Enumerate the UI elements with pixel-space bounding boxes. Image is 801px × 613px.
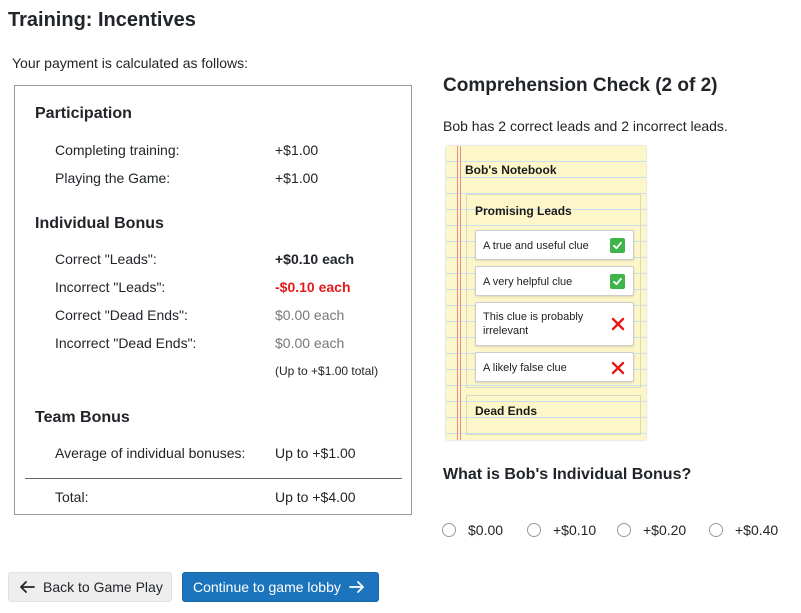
radio-button[interactable] <box>709 523 723 537</box>
clue-card: A very helpful clue <box>475 266 634 296</box>
check-icon <box>610 238 625 253</box>
row-value: +$1.00 <box>275 142 319 158</box>
row-label: Playing the Game: <box>55 170 171 186</box>
dead-ends-title: Dead Ends <box>475 404 538 418</box>
promising-leads-title: Promising Leads <box>475 204 572 218</box>
back-button-label: Back to Game Play <box>43 579 163 595</box>
arrow-right-icon <box>348 580 365 594</box>
row-value-negative: -$0.10 each <box>275 279 351 295</box>
example-notebook: Bob's Notebook Promising Leads A true an… <box>446 146 646 440</box>
total-divider <box>25 478 402 479</box>
continue-to-lobby-button[interactable]: Continue to game lobby <box>182 572 379 602</box>
answer-option-label: +$0.20 <box>643 522 687 538</box>
total-value: Up to +$4.00 <box>275 489 356 505</box>
clue-text: This clue is probably irrelevant <box>483 311 584 337</box>
row-label: Completing training: <box>55 142 180 158</box>
clue-card: A likely false clue <box>475 352 634 382</box>
row-label: Incorrect "Leads": <box>55 279 166 295</box>
row-value: +$1.00 <box>275 170 319 186</box>
answer-option-3[interactable]: +$0.40 <box>709 520 778 540</box>
radio-button[interactable] <box>617 523 631 537</box>
clue-text: A true and useful clue <box>483 240 589 252</box>
total-label: Total: <box>55 489 89 505</box>
row-value: +$0.10 each <box>275 251 355 267</box>
continue-button-label: Continue to game lobby <box>193 579 341 595</box>
page-title: Training: Incentives <box>8 9 196 31</box>
row-label: Correct "Leads": <box>55 251 157 267</box>
row-value: $0.00 each <box>275 307 345 323</box>
scenario-description: Bob has 2 correct leads and 2 incorrect … <box>443 118 728 134</box>
clue-text: A very helpful clue <box>483 276 573 288</box>
answer-option-1[interactable]: +$0.10 <box>527 520 596 540</box>
check-icon <box>610 274 625 289</box>
notebook-margin-line <box>460 146 461 440</box>
row-label: Incorrect "Dead Ends": <box>55 335 197 351</box>
radio-button[interactable] <box>442 523 456 537</box>
notebook-title: Bob's Notebook <box>465 163 557 177</box>
cross-icon <box>610 316 625 331</box>
answer-option-2[interactable]: +$0.20 <box>617 520 686 540</box>
arrow-left-icon <box>19 580 35 594</box>
row-label: Correct "Dead Ends": <box>55 307 188 323</box>
bonus-cap-note: (Up to +$1.00 total) <box>275 364 379 378</box>
cross-icon <box>610 360 625 375</box>
payment-intro: Your payment is calculated as follows: <box>12 55 249 71</box>
answer-options: $0.00 +$0.10 +$0.20 +$0.40 <box>442 520 797 540</box>
clue-text: A likely false clue <box>483 362 567 374</box>
clue-card: This clue is probably irrelevant <box>475 302 634 346</box>
answer-option-label: +$0.40 <box>735 522 779 538</box>
participation-heading: Participation <box>35 105 132 122</box>
dead-ends-section: Dead Ends <box>466 395 641 435</box>
answer-option-label: $0.00 <box>468 522 504 538</box>
team-bonus-heading: Team Bonus <box>35 409 130 426</box>
clue-card: A true and useful clue <box>475 230 634 260</box>
notebook-margin-line <box>457 146 458 440</box>
back-to-game-play-button[interactable]: Back to Game Play <box>8 572 172 602</box>
comprehension-check-title: Comprehension Check (2 of 2) <box>443 75 718 96</box>
row-value: Up to +$1.00 <box>275 445 356 461</box>
payment-breakdown: Participation Completing training: +$1.0… <box>14 85 412 515</box>
row-value: $0.00 each <box>275 335 345 351</box>
individual-bonus-heading: Individual Bonus <box>35 215 164 232</box>
row-label: Average of individual bonuses: <box>55 445 246 461</box>
answer-option-0[interactable]: $0.00 <box>442 520 503 540</box>
bonus-question: What is Bob's Individual Bonus? <box>443 466 692 483</box>
answer-option-label: +$0.10 <box>553 522 597 538</box>
radio-button[interactable] <box>527 523 541 537</box>
